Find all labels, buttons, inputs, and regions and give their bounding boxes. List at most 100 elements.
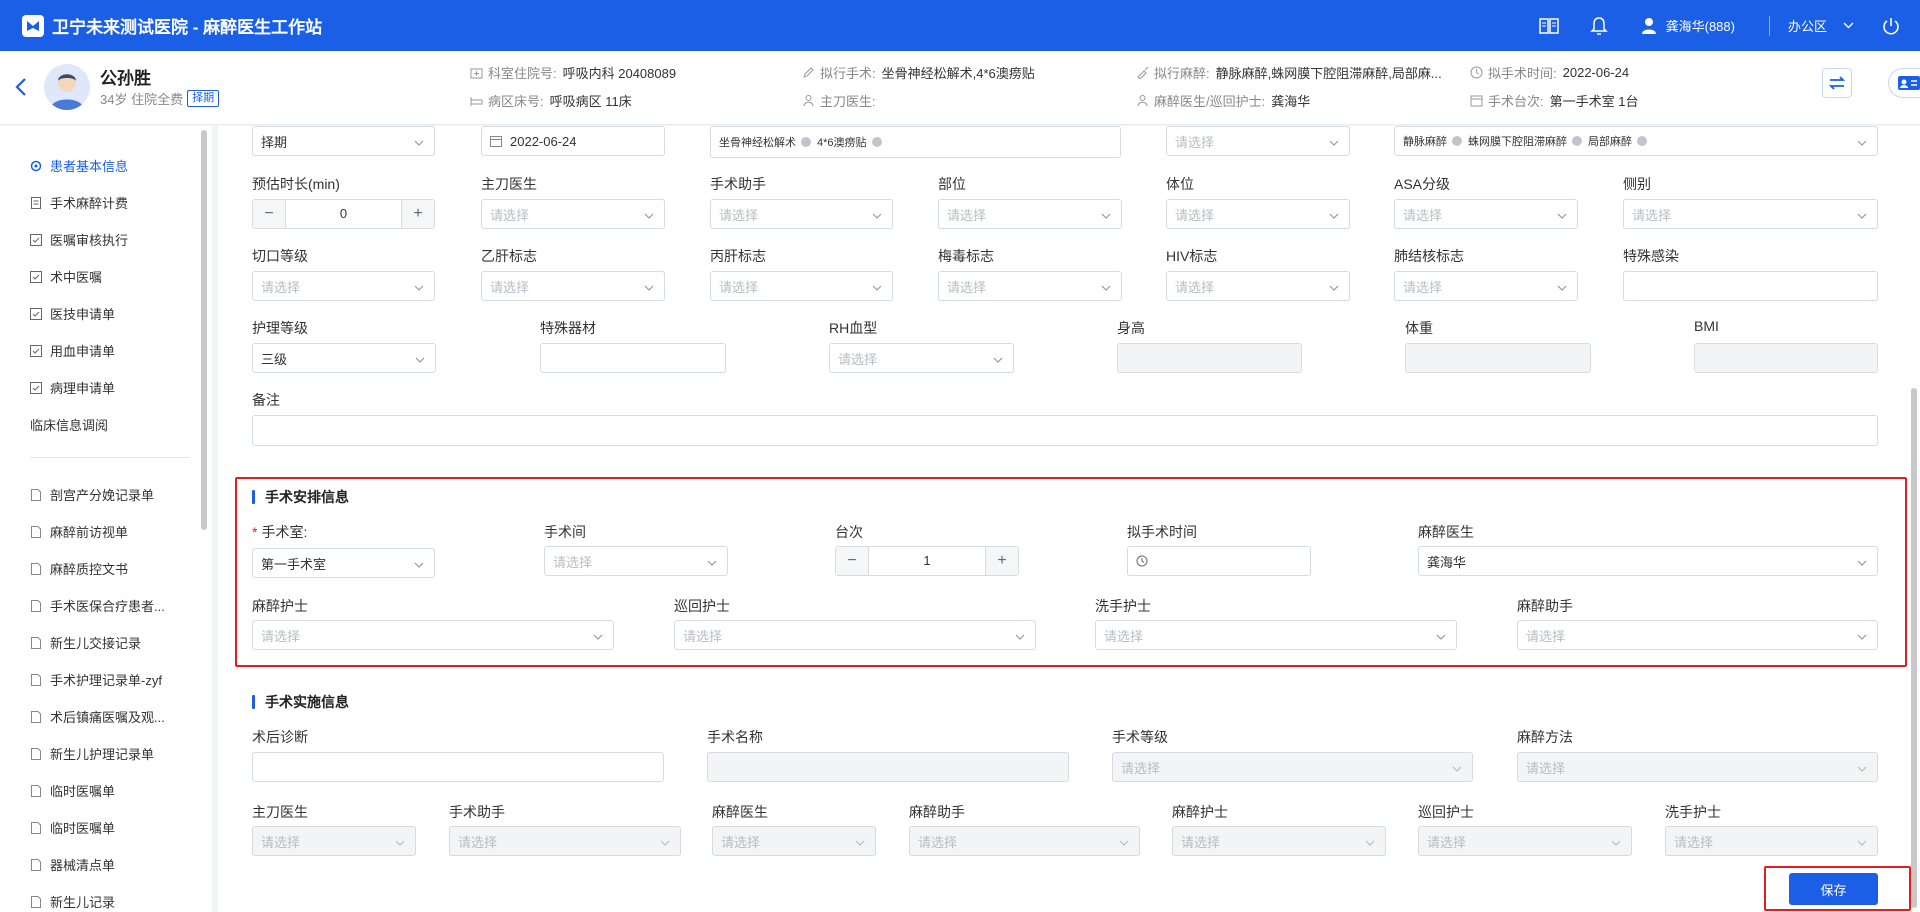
sidebar-doc-item[interactable]: 新生儿记录 bbox=[30, 892, 115, 911]
duration-value[interactable]: 0 bbox=[285, 200, 402, 228]
site-select[interactable]: 请选择 bbox=[938, 199, 1122, 229]
surgeon-select[interactable]: 请选择 bbox=[481, 199, 665, 229]
minus-icon[interactable]: − bbox=[836, 547, 868, 575]
sidebar: 患者基本信息 手术麻醉计费 医嘱审核执行 术中医嘱 医技申请单 用血申请单 病理… bbox=[0, 126, 212, 912]
remark-input[interactable] bbox=[252, 415, 1878, 446]
planned-time-label: 拟手术时间 bbox=[1127, 524, 1197, 540]
sidebar-doc-item[interactable]: 手术护理记录单-zyf bbox=[30, 670, 162, 689]
sidebar-doc-item[interactable]: 器械清点单 bbox=[30, 855, 115, 874]
duration-stepper[interactable]: − 0 + bbox=[252, 199, 435, 229]
sidebar-doc-item[interactable]: 剖宫产分娩记录单 bbox=[30, 485, 154, 504]
position-select[interactable]: 请选择 bbox=[1166, 199, 1350, 229]
close-icon[interactable] bbox=[801, 137, 811, 147]
sidebar-item-pathology-request[interactable]: 病理申请单 bbox=[30, 378, 115, 397]
hbv-select[interactable]: 请选择 bbox=[481, 271, 665, 301]
placeholder: 请选择 bbox=[1403, 279, 1443, 295]
side-label: 侧别 bbox=[1623, 176, 1651, 192]
planned-time-picker[interactable] bbox=[1127, 546, 1311, 576]
scrub-nurse-select[interactable]: 请选择 bbox=[1095, 620, 1457, 650]
power-icon[interactable] bbox=[1880, 15, 1902, 37]
placeholder: 请选择 bbox=[947, 207, 987, 223]
sidebar-scrollbar[interactable] bbox=[201, 130, 207, 530]
impl-assistant-select: 请选择 bbox=[449, 826, 681, 856]
assistant-select[interactable]: 请选择 bbox=[710, 199, 893, 229]
room-field: 手术台次: 第一手术室 1台 bbox=[1470, 91, 1770, 110]
sidebar-item-tech-request[interactable]: 医技申请单 bbox=[30, 304, 115, 323]
sidebar-doc-item[interactable]: 术后镇痛医嘱及观... bbox=[30, 707, 165, 726]
sidebar-doc-item[interactable]: 手术医保合疗患者... bbox=[30, 596, 165, 615]
sidebar-doc-label: 麻醉前访视单 bbox=[50, 525, 129, 540]
theater-select[interactable]: 请选择 bbox=[544, 546, 728, 576]
sidebar-doc-item[interactable]: 临时医嘱单 bbox=[30, 818, 115, 837]
sidebar-doc-item[interactable]: 临时医嘱单 bbox=[30, 781, 115, 800]
back-arrow-icon[interactable] bbox=[14, 75, 28, 99]
switch-icon[interactable] bbox=[1822, 68, 1852, 98]
main-scrollbar[interactable] bbox=[1911, 388, 1917, 908]
chevron-down-icon bbox=[414, 136, 424, 146]
plus-icon[interactable]: + bbox=[986, 547, 1018, 575]
care-level-select[interactable]: 三级 bbox=[252, 343, 436, 373]
close-icon[interactable] bbox=[1452, 136, 1462, 146]
sidebar-doc-item[interactable]: 新生儿交接记录 bbox=[30, 633, 141, 652]
hiv-select[interactable]: 请选择 bbox=[1166, 271, 1350, 301]
circulating-nurse-select[interactable]: 请选择 bbox=[674, 620, 1036, 650]
sidebar-item-clinical-info[interactable]: 临床信息调阅 bbox=[30, 415, 108, 434]
sidebar-doc-label: 术后镇痛医嘱及观... bbox=[50, 710, 165, 725]
sidebar-item-intraop-orders[interactable]: 术中医嘱 bbox=[30, 267, 102, 286]
file-icon bbox=[30, 599, 42, 612]
surgery-type-select[interactable]: 择期 bbox=[252, 126, 435, 156]
sidebar-item-blood-request[interactable]: 用血申请单 bbox=[30, 341, 115, 360]
clock-icon bbox=[1136, 555, 1148, 567]
plus-icon[interactable]: + bbox=[402, 200, 434, 228]
anes-nurse-select[interactable]: 请选择 bbox=[252, 620, 614, 650]
office-selector[interactable]: 办公区 bbox=[1788, 16, 1827, 35]
surgery-name-multiselect[interactable]: 坐骨神经松解术 4*6澳痨贴 bbox=[710, 126, 1121, 158]
sidebar-item-billing[interactable]: 手术麻醉计费 bbox=[30, 193, 128, 212]
chevron-down-icon[interactable] bbox=[1843, 20, 1854, 32]
anes-nurse-label: 麻醉护士 bbox=[252, 598, 308, 614]
sidebar-item-label: 医嘱审核执行 bbox=[50, 233, 129, 248]
close-icon[interactable] bbox=[871, 137, 882, 147]
minus-icon[interactable]: − bbox=[253, 200, 285, 228]
surgery-date-picker[interactable]: 2022-06-24 bbox=[481, 126, 665, 156]
anes-assistant-select[interactable]: 请选择 bbox=[1517, 620, 1878, 650]
surgeon-label: 主刀医生: bbox=[820, 94, 876, 109]
special-equipment-label: 特殊器材 bbox=[540, 320, 596, 336]
checklist-icon bbox=[30, 270, 42, 283]
file-icon bbox=[30, 821, 42, 834]
close-icon[interactable] bbox=[1572, 136, 1582, 146]
sequence-value[interactable]: 1 bbox=[868, 547, 986, 575]
sidebar-item-patient-info[interactable]: 患者基本信息 bbox=[30, 156, 128, 175]
book-icon[interactable] bbox=[1538, 15, 1560, 37]
special-infection-input[interactable] bbox=[1623, 271, 1878, 301]
surgery-grade-label: 手术等级 bbox=[1112, 729, 1168, 745]
sidebar-doc-item[interactable]: 麻醉质控文书 bbox=[30, 559, 128, 578]
anesthesia-multiselect[interactable]: 静脉麻醉 蛛网膜下腔阻滞麻醉 局部麻醉 bbox=[1394, 126, 1878, 156]
bell-icon[interactable] bbox=[1588, 15, 1610, 37]
asa-select[interactable]: 请选择 bbox=[1394, 199, 1578, 229]
user-name[interactable]: 龚海华(888) bbox=[1666, 16, 1735, 35]
operating-room-select[interactable]: 第一手术室 bbox=[252, 548, 435, 578]
anes-doctor-value: 龚海华 bbox=[1427, 554, 1467, 570]
close-icon[interactable] bbox=[1637, 136, 1647, 146]
sequence-stepper[interactable]: − 1 + bbox=[835, 546, 1019, 576]
patient-card-icon[interactable] bbox=[1888, 68, 1920, 98]
save-button[interactable]: 保存 bbox=[1789, 873, 1878, 905]
syphilis-select[interactable]: 请选择 bbox=[938, 271, 1122, 301]
chevron-down-icon bbox=[1857, 209, 1867, 219]
sidebar-item-order-review[interactable]: 医嘱审核执行 bbox=[30, 230, 128, 249]
side-select[interactable]: 请选择 bbox=[1623, 199, 1878, 229]
duration-label: 预估时长(min) bbox=[252, 176, 340, 192]
chevron-down-icon bbox=[1329, 209, 1339, 219]
tb-select[interactable]: 请选择 bbox=[1394, 271, 1578, 301]
hcv-select[interactable]: 请选择 bbox=[710, 271, 893, 301]
special-equipment-input[interactable] bbox=[540, 343, 726, 373]
incision-grade-select[interactable]: 请选择 bbox=[252, 271, 435, 301]
top-select-5[interactable]: 请选择 bbox=[1166, 126, 1350, 156]
required-mark: * bbox=[252, 524, 258, 540]
sidebar-doc-item[interactable]: 新生儿护理记录单 bbox=[30, 744, 154, 763]
postop-diagnosis-input[interactable] bbox=[252, 752, 664, 782]
anes-doctor-select[interactable]: 龚海华 bbox=[1418, 546, 1878, 576]
sidebar-doc-item[interactable]: 麻醉前访视单 bbox=[30, 522, 128, 541]
rh-select[interactable]: 请选择 bbox=[829, 343, 1014, 373]
